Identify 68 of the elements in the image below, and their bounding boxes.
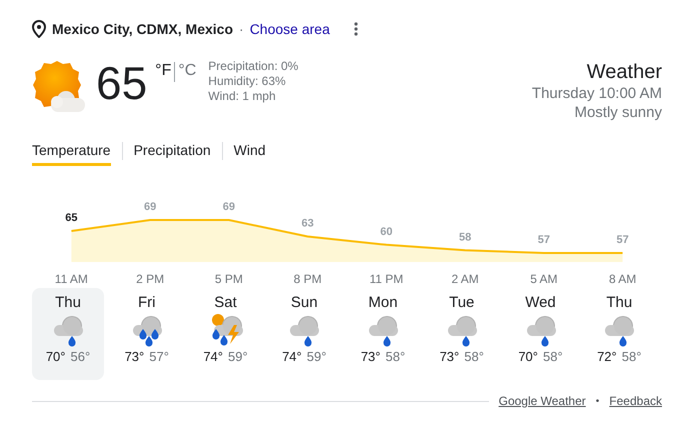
day-card[interactable]: Thu 72° 58° <box>583 288 656 380</box>
day-card[interactable]: Fri 73° 57° <box>110 288 183 380</box>
temperature-label: 69 <box>144 201 156 213</box>
weather-title: Weather <box>586 60 662 84</box>
tab[interactable]: Temperature <box>32 136 111 166</box>
day-name: Sat <box>214 294 237 311</box>
high-temperature: 72° <box>597 349 617 364</box>
day-card[interactable]: Wed 70° 58° <box>504 288 576 380</box>
day-name: Fri <box>138 294 156 311</box>
time-label: 5 AM <box>530 272 558 286</box>
location-name: Mexico City, CDMX, Mexico <box>52 21 234 37</box>
separator: · <box>239 21 244 37</box>
low-temperature: 58° <box>622 349 642 364</box>
temperature-label: 60 <box>380 226 392 238</box>
high-temperature: 74° <box>203 349 223 364</box>
low-temperature: 56° <box>70 349 90 364</box>
day-name: Tue <box>449 294 474 311</box>
low-temperature: 58° <box>543 349 563 364</box>
tab[interactable]: Wind <box>234 136 266 166</box>
temperature-label: 63 <box>302 218 314 230</box>
choose-area-link[interactable]: Choose area <box>250 21 330 37</box>
temperature-label: 69 <box>222 201 235 213</box>
unit-toggle[interactable]: °F <box>155 62 172 80</box>
day-card[interactable]: Sat 74° 59° <box>190 288 262 380</box>
day-name: Thu <box>606 294 632 311</box>
time-label: 2 AM <box>451 272 479 286</box>
weather-detail: Wind: 1 mph <box>208 89 277 104</box>
day-card[interactable]: Tue 73° 58° <box>426 288 498 380</box>
time-label: 11 PM <box>369 272 404 286</box>
low-temperature: 58° <box>464 349 484 364</box>
low-temperature: 59° <box>228 349 248 364</box>
condition: Mostly sunny <box>574 103 662 122</box>
temperature-label: 65 <box>65 212 78 224</box>
day-card[interactable]: Thu 70° 56° <box>32 288 104 380</box>
low-temperature: 57° <box>149 349 169 364</box>
high-temperature: 70° <box>518 349 538 364</box>
time-label: 8 PM <box>294 272 322 286</box>
day-name: Sun <box>290 294 318 311</box>
unit-toggle[interactable]: °C <box>178 62 196 80</box>
temperature-label: 57 <box>538 234 550 246</box>
day-name: Mon <box>368 294 398 311</box>
current-temperature: 65 <box>96 60 148 106</box>
high-temperature: 73° <box>440 349 460 364</box>
time-label: 11 AM <box>54 272 88 286</box>
day-card[interactable]: Sun 74° 59° <box>268 288 340 380</box>
day-card[interactable]: Mon 73° 58° <box>347 288 419 380</box>
high-temperature: 73° <box>360 349 380 364</box>
temperature-label: 58 <box>459 231 472 244</box>
footer-link[interactable]: Google Weather <box>498 394 586 408</box>
time-label: 5 PM <box>214 272 243 286</box>
date-time: Thursday 10:00 AM <box>532 84 662 103</box>
temperature-label: 57 <box>616 234 629 246</box>
day-name: Wed <box>525 294 556 311</box>
weather-detail: Humidity: 63% <box>208 74 287 89</box>
high-temperature: 73° <box>124 349 144 364</box>
location-pin-icon <box>32 20 46 38</box>
low-temperature: 59° <box>306 349 326 364</box>
low-temperature: 58° <box>386 349 406 364</box>
high-temperature: 70° <box>46 349 66 364</box>
day-name: Thu <box>55 294 81 311</box>
high-temperature: 74° <box>282 349 302 364</box>
time-label: 2 PM <box>136 272 164 286</box>
time-label: 8 AM <box>608 272 636 286</box>
tab[interactable]: Precipitation <box>134 136 211 166</box>
weather-detail: Precipitation: 0% <box>208 59 298 74</box>
more-options-icon[interactable] <box>354 22 358 36</box>
footer-link[interactable]: Feedback <box>609 394 662 408</box>
separator: • <box>596 396 600 406</box>
